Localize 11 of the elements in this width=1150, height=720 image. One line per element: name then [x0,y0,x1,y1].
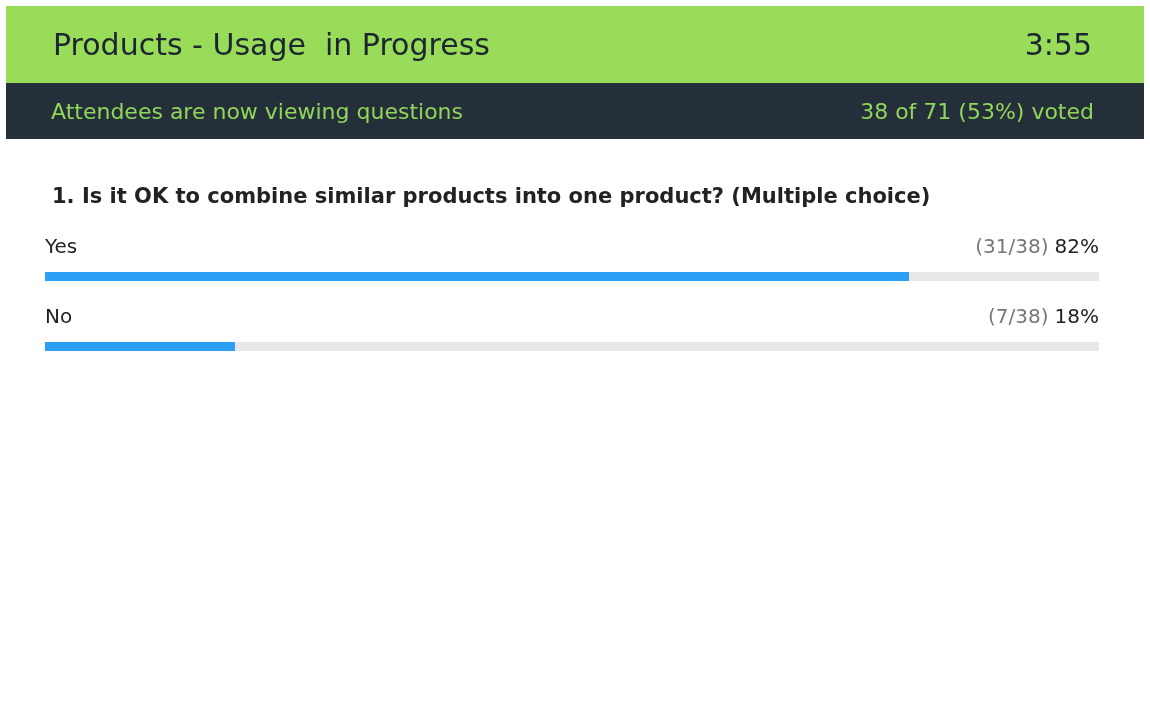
option-percent: 18% [1054,303,1099,330]
question-text: 1. Is it OK to combine similar products into one product? (Multiple choice) [51,183,932,210]
vote-fraction: (31/38) [975,233,1049,260]
timer: 3:55 [1024,26,1092,64]
vote-count: 38 of 71 (53%) voted [860,97,1094,126]
status-message: Attendees are now viewing questions [51,97,464,126]
option-percent: 82% [1054,233,1099,260]
vote-fraction: (7/38) [988,303,1049,330]
option-label: Yes [45,233,78,260]
option-label: No [45,303,73,330]
poll-title: Products - Usage in Progress [53,26,490,64]
